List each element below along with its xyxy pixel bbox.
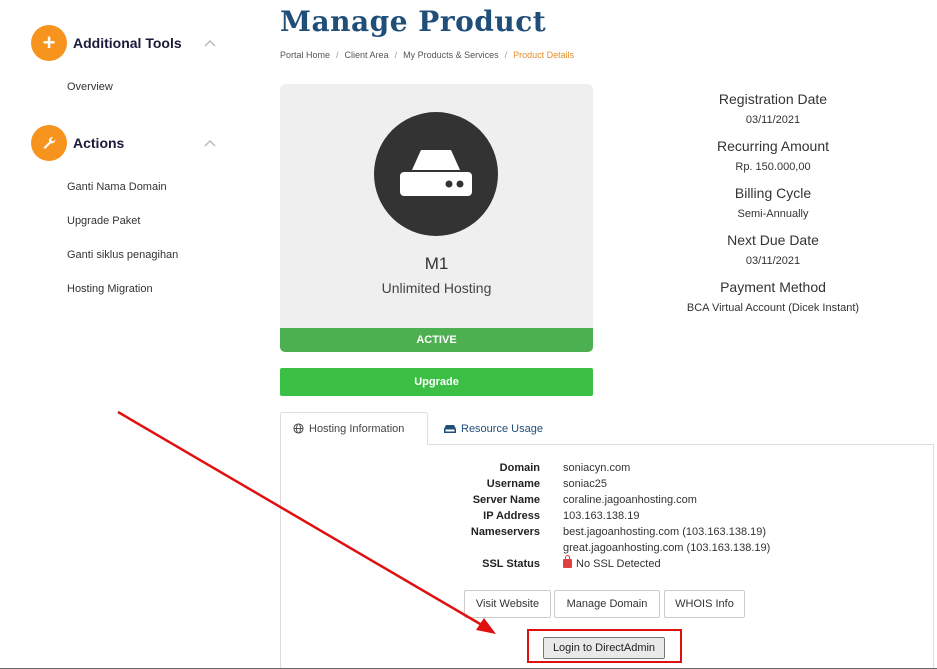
ssl-status-value: No SSL Detected [563,555,661,570]
lock-icon [563,555,572,568]
nameserver-2-value: great.jagoanhosting.com (103.163.138.19) [563,542,771,554]
page-title: Manage Product [280,5,547,38]
breadcrumb-separator: / [394,50,398,60]
manage-domain-button[interactable]: Manage Domain [554,590,660,618]
server-icon [374,112,498,236]
breadcrumb-portal-home[interactable]: Portal Home [280,50,330,60]
ssl-status-label: SSL Status [482,558,540,570]
nameservers-label: Nameservers [470,526,540,538]
server-name-label: Server Name [472,494,540,506]
registration-date-value: 03/11/2021 [745,114,801,126]
sidebar-item-overview[interactable]: Overview [67,81,113,93]
breadcrumb-product-details: Product Details [513,50,575,60]
chevron-up-icon[interactable] [201,134,219,152]
ip-address-value: 103.163.138.19 [563,510,640,522]
payment-method-value: BCA Virtual Account (Dicek Instant) [686,302,860,314]
recurring-amount-value: Rp. 150.000,00 [735,161,811,173]
next-due-value: 03/11/2021 [745,255,801,267]
tab-label: Hosting Information [309,422,405,435]
tab-hosting-information[interactable]: Hosting Information [280,412,428,445]
globe-icon [293,423,304,434]
breadcrumb-client-area[interactable]: Client Area [345,50,389,60]
domain-value: soniacyn.com [563,462,631,474]
annotation-highlight-box [527,629,682,663]
recurring-amount-block: Recurring Amount Rp. 150.000,00 [644,138,902,173]
sidebar-item-hosting-migration[interactable]: Hosting Migration [67,283,153,295]
domain-label: Domain [499,462,540,474]
plus-icon: + [31,25,67,61]
tab-resource-usage[interactable]: Resource Usage [432,412,555,445]
breadcrumb-separator: / [504,50,508,60]
ip-address-label: IP Address [483,510,540,522]
billing-cycle-block: Billing Cycle Semi-Annually [644,185,902,220]
main-content: Manage Product Portal Home / Client Area… [256,0,937,669]
username-value: soniac25 [563,478,608,490]
billing-cycle-value: Semi-Annually [737,208,809,220]
sidebar-item-upgrade-paket[interactable]: Upgrade Paket [67,215,140,227]
next-due-block: Next Due Date 03/11/2021 [644,232,902,267]
billing-cycle-label: Billing Cycle [734,185,812,201]
product-group: Unlimited Hosting [381,280,492,296]
registration-date-block: Registration Date 03/11/2021 [644,91,902,126]
sidebar-item-ganti-siklus-penagihan[interactable]: Ganti siklus penagihan [67,249,178,261]
payment-method-label: Payment Method [720,279,826,295]
breadcrumb: Portal Home / Client Area / My Products … [280,50,574,60]
tab-label: Resource Usage [461,422,543,435]
ssl-status-text: No SSL Detected [576,558,661,570]
product-card: M1 Unlimited Hosting [280,84,593,328]
hdd-icon [444,424,456,433]
status-badge: ACTIVE [280,328,593,352]
sidebar-section-additional-tools[interactable]: + Additional Tools [31,25,231,61]
server-name-value: coraline.jagoanhosting.com [563,494,697,506]
chevron-up-icon[interactable] [201,34,219,52]
registration-date-label: Registration Date [718,91,828,107]
upgrade-button[interactable]: Upgrade [280,368,593,396]
nameserver-1-value: best.jagoanhosting.com (103.163.138.19) [563,526,767,538]
sidebar-section-title: Additional Tools [73,35,182,51]
username-label: Username [486,478,540,490]
sidebar-section-actions[interactable]: Actions [31,125,231,161]
payment-method-block: Payment Method BCA Virtual Account (Dice… [644,279,902,314]
product-name: M1 [424,254,449,273]
sidebar-item-ganti-nama-domain[interactable]: Ganti Nama Domain [67,181,167,193]
next-due-label: Next Due Date [727,232,819,248]
breadcrumb-separator: / [336,50,339,60]
sidebar-section-title: Actions [73,135,125,151]
recurring-amount-label: Recurring Amount [716,138,830,154]
sidebar: + Additional Tools Overview Actions Gant… [0,0,256,669]
wrench-icon [31,125,67,161]
visit-website-button[interactable]: Visit Website [464,590,551,618]
whois-info-button[interactable]: WHOIS Info [664,590,745,618]
breadcrumb-my-products[interactable]: My Products & Services [403,50,499,60]
